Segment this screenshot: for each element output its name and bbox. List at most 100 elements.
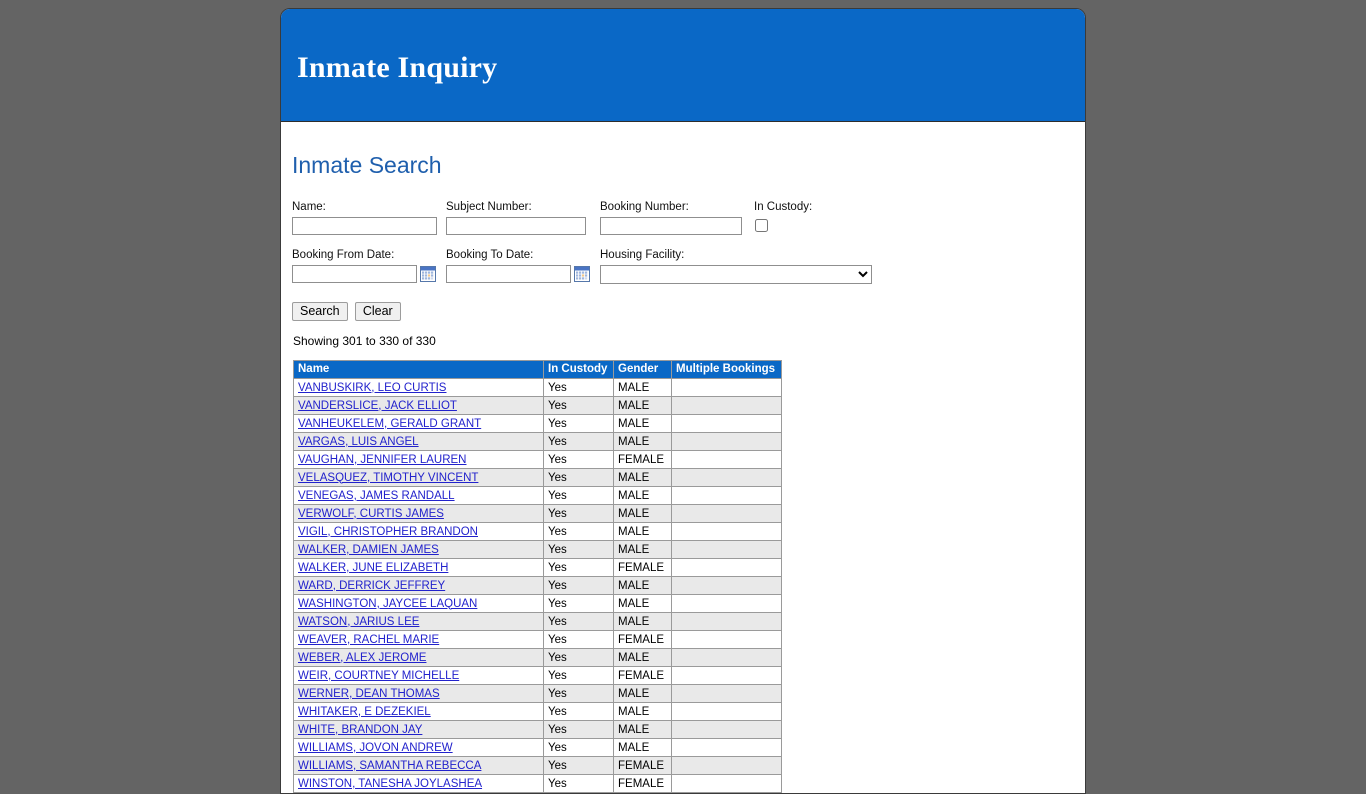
table-row: VARGAS, LUIS ANGEL Yes MALE <box>293 432 782 451</box>
inmate-name-link[interactable]: WALKER, JUNE ELIZABETH <box>298 562 448 574</box>
inmate-name-link[interactable]: WILLIAMS, SAMANTHA REBECCA <box>298 760 481 772</box>
inmate-name-link[interactable]: VARGAS, LUIS ANGEL <box>298 436 419 448</box>
form-row-1: Name: Subject Number: Booking Number: In… <box>291 200 1075 248</box>
inmate-name-link[interactable]: WASHINGTON, JAYCEE LAQUAN <box>298 598 477 610</box>
search-select-housing-facility[interactable] <box>600 265 872 284</box>
cell-in-custody: Yes <box>543 450 614 469</box>
calendar-icon-to[interactable] <box>574 266 590 282</box>
inmate-name-link[interactable]: WEAVER, RACHEL MARIE <box>298 634 439 646</box>
inmate-name-link[interactable]: WEIR, COURTNEY MICHELLE <box>298 670 459 682</box>
inmate-name-link[interactable]: VERWOLF, CURTIS JAMES <box>298 508 444 520</box>
inmate-name-link[interactable]: WARD, DERRICK JEFFREY <box>298 580 445 592</box>
cell-name: WEIR, COURTNEY MICHELLE <box>293 666 544 685</box>
table-row: WERNER, DEAN THOMAS Yes MALE <box>293 684 782 703</box>
table-row: VIGIL, CHRISTOPHER BRANDON Yes MALE <box>293 522 782 541</box>
cell-in-custody: Yes <box>543 396 614 415</box>
search-input-booking-from-date[interactable] <box>292 265 417 283</box>
cell-gender: MALE <box>613 522 672 541</box>
cell-name: VENEGAS, JAMES RANDALL <box>293 486 544 505</box>
table-row: WEBER, ALEX JEROME Yes MALE <box>293 648 782 667</box>
cell-in-custody: Yes <box>543 414 614 433</box>
cell-name: WHITAKER, E DEZEKIEL <box>293 702 544 721</box>
inmate-name-link[interactable]: WHITAKER, E DEZEKIEL <box>298 706 431 718</box>
cell-name: VARGAS, LUIS ANGEL <box>293 432 544 451</box>
search-input-name[interactable] <box>292 217 437 235</box>
cell-multiple-bookings <box>671 468 782 487</box>
cell-name: VANHEUKELEM, GERALD GRANT <box>293 414 544 433</box>
cell-multiple-bookings <box>671 774 782 793</box>
search-input-booking-to-date[interactable] <box>446 265 571 283</box>
column-header-in-custody[interactable]: In Custody <box>543 360 614 379</box>
column-header-gender[interactable]: Gender <box>613 360 672 379</box>
cell-gender: MALE <box>613 414 672 433</box>
page-title: Inmate Search <box>292 152 442 178</box>
banner-title: Inmate Inquiry <box>297 51 498 84</box>
inmate-name-link[interactable]: WINSTON, TANESHA JOYLASHEA <box>298 778 482 790</box>
form-row-2: Booking From Date: Booking To Date: Hous… <box>291 248 1075 296</box>
inmate-name-link[interactable]: VAUGHAN, JENNIFER LAUREN <box>298 454 466 466</box>
clear-button[interactable]: Clear <box>354 302 401 321</box>
cell-in-custody: Yes <box>543 504 614 523</box>
inmate-name-link[interactable]: WEBER, ALEX JEROME <box>298 652 426 664</box>
search-input-subject-number[interactable] <box>446 217 586 235</box>
cell-in-custody: Yes <box>543 378 614 397</box>
table-row: WHITE, BRANDON JAY Yes MALE <box>293 720 782 739</box>
cell-gender: FEMALE <box>613 450 672 469</box>
search-button[interactable]: Search <box>292 302 348 321</box>
cell-multiple-bookings <box>671 522 782 541</box>
booking-number-field-group: Booking Number: <box>600 200 742 235</box>
cell-multiple-bookings <box>671 666 782 685</box>
cell-multiple-bookings <box>671 738 782 757</box>
cell-in-custody: Yes <box>543 558 614 577</box>
cell-name: WATSON, JARIUS LEE <box>293 612 544 631</box>
column-header-multiple-bookings[interactable]: Multiple Bookings <box>671 360 782 379</box>
cell-multiple-bookings <box>671 684 782 703</box>
inmate-name-link[interactable]: VENEGAS, JAMES RANDALL <box>298 490 455 502</box>
cell-name: WEAVER, RACHEL MARIE <box>293 630 544 649</box>
inmate-name-link[interactable]: VANHEUKELEM, GERALD GRANT <box>298 418 481 430</box>
housing-facility-label: Housing Facility: <box>600 249 685 261</box>
table-row: WASHINGTON, JAYCEE LAQUAN Yes MALE <box>293 594 782 613</box>
cell-gender: MALE <box>613 594 672 613</box>
form-buttons: Search Clear <box>292 302 1075 321</box>
inmate-name-link[interactable]: WALKER, DAMIEN JAMES <box>298 544 439 556</box>
table-row: WALKER, DAMIEN JAMES Yes MALE <box>293 540 782 559</box>
cell-name: VERWOLF, CURTIS JAMES <box>293 504 544 523</box>
column-header-name[interactable]: Name <box>293 360 544 379</box>
cell-in-custody: Yes <box>543 648 614 667</box>
cell-name: WALKER, JUNE ELIZABETH <box>293 558 544 577</box>
cell-name: WASHINGTON, JAYCEE LAQUAN <box>293 594 544 613</box>
cell-gender: MALE <box>613 540 672 559</box>
cell-gender: MALE <box>613 684 672 703</box>
inmate-name-link[interactable]: VIGIL, CHRISTOPHER BRANDON <box>298 526 478 538</box>
table-row: VAUGHAN, JENNIFER LAUREN Yes FEMALE <box>293 450 782 469</box>
inmate-name-link[interactable]: VANDERSLICE, JACK ELLIOT <box>298 400 457 412</box>
cell-in-custody: Yes <box>543 540 614 559</box>
cell-name: WINSTON, TANESHA JOYLASHEA <box>293 774 544 793</box>
inmate-name-link[interactable]: WHITE, BRANDON JAY <box>298 724 422 736</box>
cell-in-custody: Yes <box>543 576 614 595</box>
cell-gender: MALE <box>613 702 672 721</box>
inmate-name-link[interactable]: VELASQUEZ, TIMOTHY VINCENT <box>298 472 478 484</box>
search-input-booking-number[interactable] <box>600 217 742 235</box>
cell-multiple-bookings <box>671 414 782 433</box>
cell-in-custody: Yes <box>543 774 614 793</box>
cell-gender: MALE <box>613 432 672 451</box>
cell-multiple-bookings <box>671 756 782 775</box>
cell-gender: FEMALE <box>613 558 672 577</box>
calendar-icon-from[interactable] <box>420 266 436 282</box>
cell-multiple-bookings <box>671 576 782 595</box>
table-row: WEAVER, RACHEL MARIE Yes FEMALE <box>293 630 782 649</box>
search-checkbox-in-custody[interactable] <box>755 219 768 232</box>
inmate-name-link[interactable]: WERNER, DEAN THOMAS <box>298 688 440 700</box>
cell-in-custody: Yes <box>543 432 614 451</box>
inmate-name-link[interactable]: VANBUSKIRK, LEO CURTIS <box>298 382 446 394</box>
cell-in-custody: Yes <box>543 522 614 541</box>
cell-multiple-bookings <box>671 432 782 451</box>
cell-gender: MALE <box>613 576 672 595</box>
cell-name: WEBER, ALEX JEROME <box>293 648 544 667</box>
cell-multiple-bookings <box>671 630 782 649</box>
inmate-name-link[interactable]: WATSON, JARIUS LEE <box>298 616 419 628</box>
inmate-name-link[interactable]: WILLIAMS, JOVON ANDREW <box>298 742 453 754</box>
cell-gender: MALE <box>613 504 672 523</box>
